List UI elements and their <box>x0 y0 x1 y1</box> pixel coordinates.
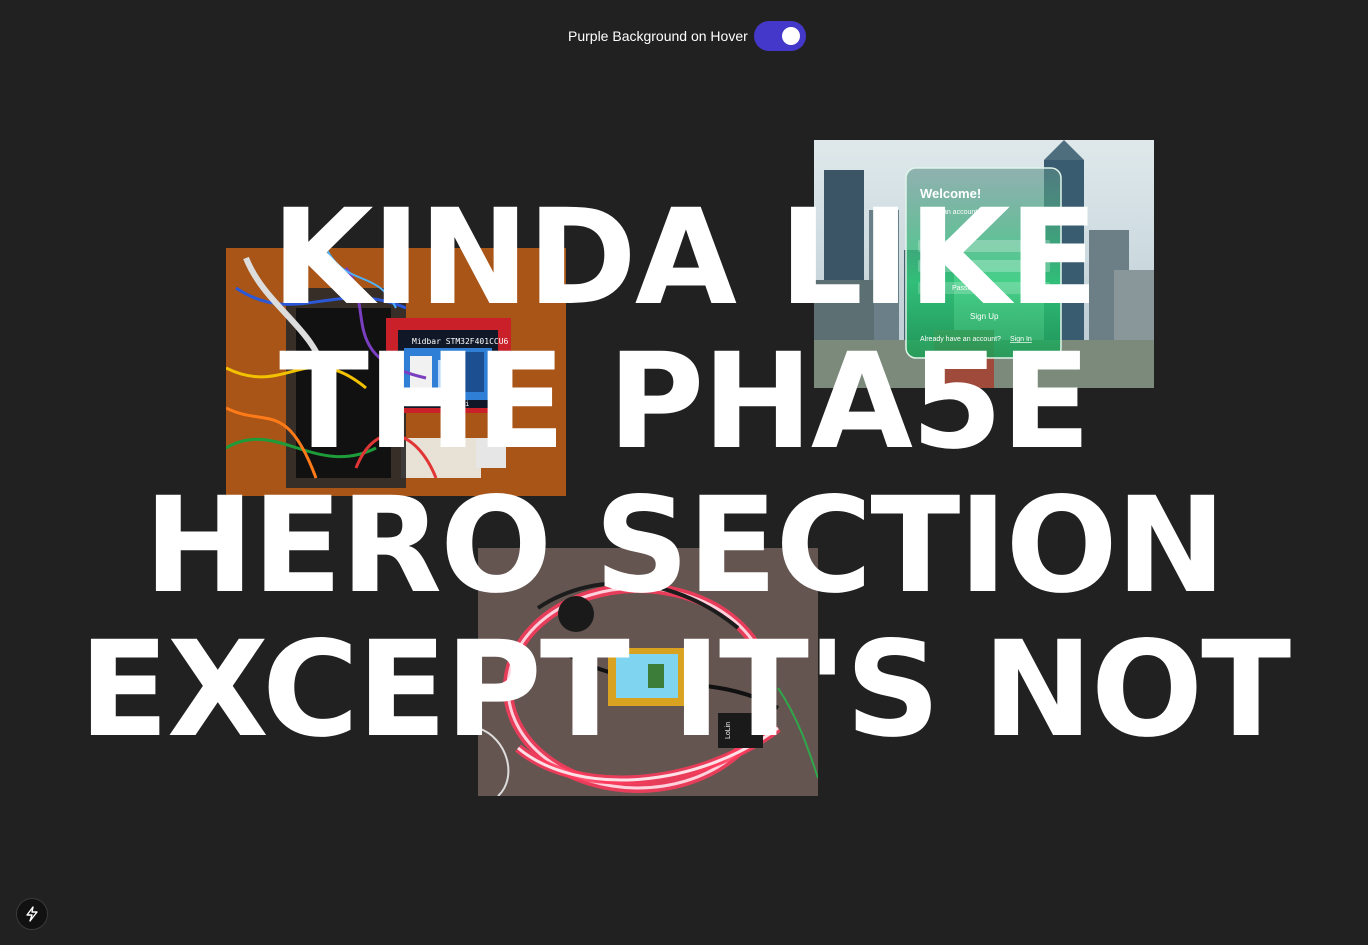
card-signin-link: Sign In <box>1010 336 1032 343</box>
toggle-knob <box>781 27 800 45</box>
electronics-photo-art: Midbar STM32F401CCU6 ard Mi <box>226 248 566 496</box>
lcd-footer-text: ard Mi <box>444 400 469 408</box>
card-signup-text: Sign Up <box>970 312 999 321</box>
lcd-title-text: Midbar STM32F401CCU6 <box>412 337 509 346</box>
board-label-text: LoLin <box>725 722 732 739</box>
led-strip-photo[interactable]: LoLin <box>478 548 818 796</box>
page: Purple Background on Hover Midbar STM32F… <box>0 0 1368 945</box>
lightning-bolt-icon <box>26 906 38 922</box>
card-subtitle-text: Create an account <box>920 209 977 216</box>
led-photo-art: LoLin <box>478 548 818 796</box>
headline-line-2: THE PHA5E <box>278 325 1091 479</box>
card-title-text: Welcome! <box>920 186 981 201</box>
purple-background-toggle[interactable] <box>753 21 806 51</box>
card-footer-text: Already have an account? <box>920 336 1001 343</box>
electronics-photo[interactable]: Midbar STM32F401CCU6 ard Mi <box>226 248 566 496</box>
headline-line-1: KINDA LIKE <box>271 181 1098 335</box>
city-photo-art: Welcome! Create an account Password Sign… <box>814 140 1154 388</box>
hover-toggle-label: Purple Background on Hover <box>568 28 748 44</box>
hover-toggle-row: Purple Background on Hover <box>568 20 806 52</box>
city-login-photo[interactable]: Welcome! Create an account Password Sign… <box>814 140 1154 388</box>
nextjs-dev-badge[interactable] <box>16 898 48 930</box>
